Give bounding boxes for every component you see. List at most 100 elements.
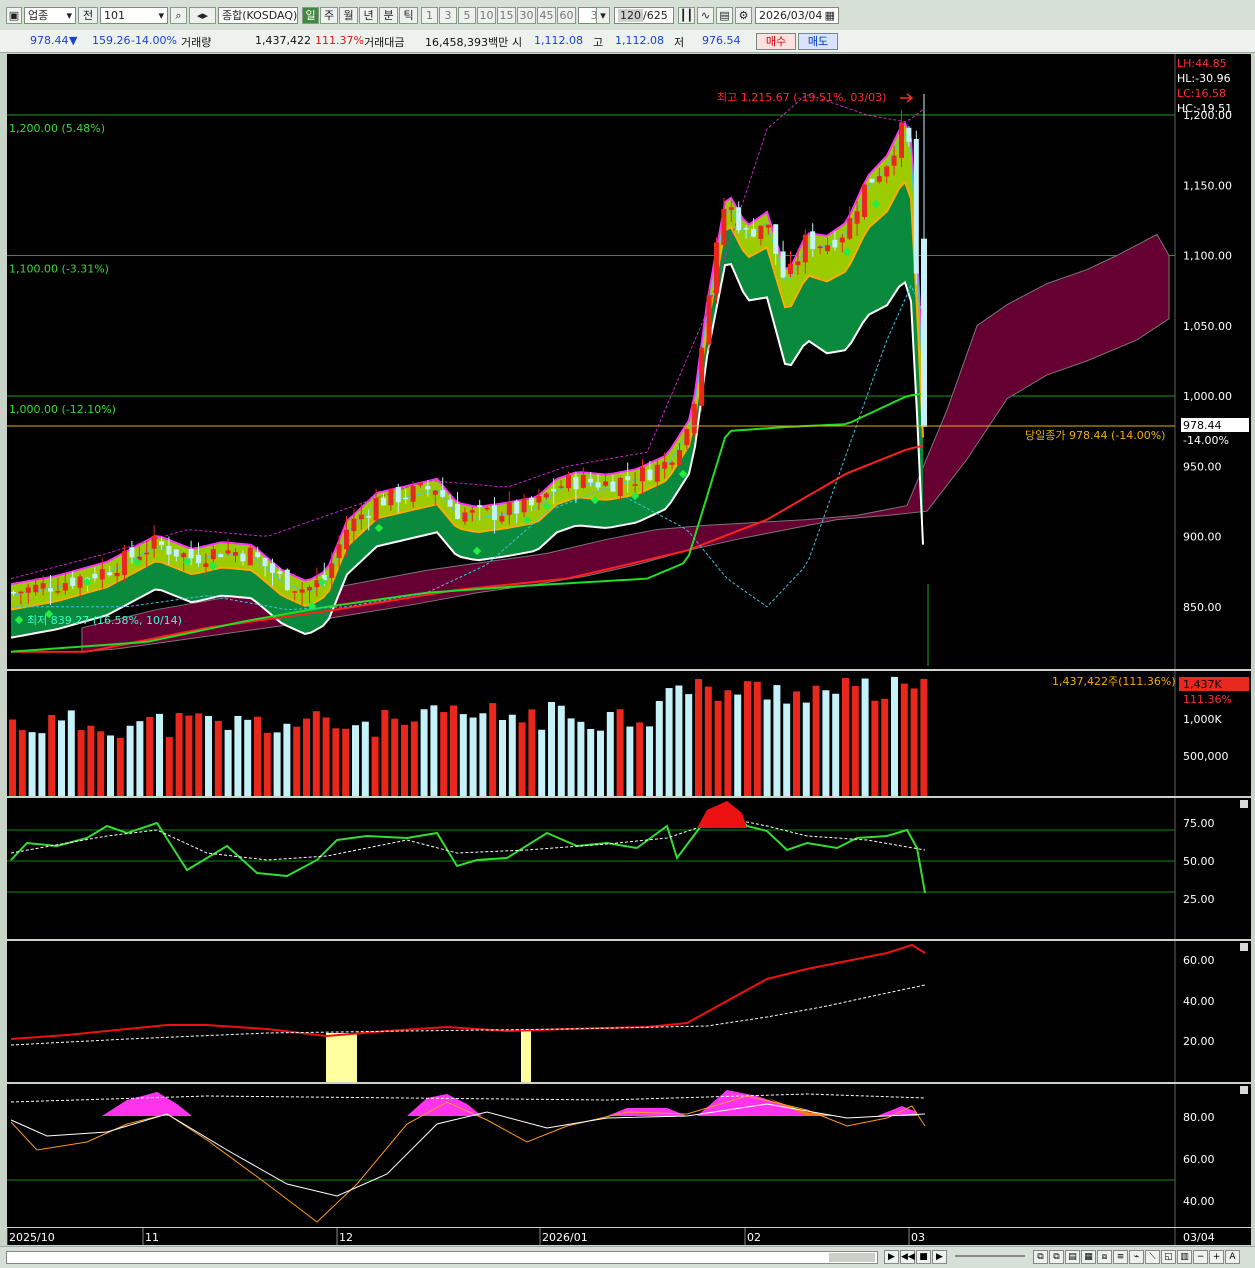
candle-down: [455, 504, 460, 519]
volume-bar: [332, 728, 340, 796]
quote-bar: 978.44 ▼ 159.26 -14.00% 거래량 1,437,422 11…: [0, 30, 1255, 53]
zoom-out-icon[interactable]: −: [1193, 1250, 1208, 1264]
tool-5-icon[interactable]: ⧈: [1097, 1250, 1112, 1264]
candle-up: [765, 224, 771, 228]
period-year[interactable]: 년: [359, 7, 378, 24]
osc2-close-icon[interactable]: [1240, 943, 1248, 951]
candle-up: [862, 184, 867, 217]
period-minute[interactable]: 분: [379, 7, 398, 24]
stop-icon[interactable]: ■: [916, 1250, 931, 1264]
x-axis-label: 03: [911, 1231, 925, 1244]
minute-5[interactable]: 5: [458, 7, 476, 24]
candle-up: [462, 512, 468, 522]
minute-3[interactable]: 3: [439, 7, 457, 24]
volume-bar: [665, 688, 673, 796]
zoom-slider[interactable]: [955, 1255, 1025, 1257]
tool-6-icon[interactable]: ≡: [1113, 1250, 1128, 1264]
horizontal-scrollbar[interactable]: [6, 1251, 878, 1264]
candle-down: [48, 588, 53, 592]
play-icon[interactable]: ▶: [932, 1250, 947, 1264]
minute-10[interactable]: 10: [477, 7, 496, 24]
prev-button[interactable]: 전: [78, 7, 98, 24]
candle-up: [351, 518, 357, 531]
volume-panel[interactable]: 1,437,422주(111.36%) 1,437K 111.36% 1,000…: [7, 671, 1251, 796]
zoom-in-icon[interactable]: +: [1209, 1250, 1224, 1264]
oscillator-3-panel[interactable]: 80.00 60.00 40.00: [7, 1084, 1251, 1227]
tool-4-icon[interactable]: ▦: [1081, 1250, 1096, 1264]
tool-1-icon[interactable]: ⧉: [1033, 1250, 1048, 1264]
search-icon[interactable]: ⌕: [170, 7, 187, 24]
volume-bar: [77, 730, 85, 796]
candle-down: [595, 482, 601, 488]
osc1-close-icon[interactable]: [1240, 800, 1248, 808]
candle-up: [225, 550, 231, 554]
volume-bar: [107, 735, 114, 796]
code-value: 101: [104, 9, 125, 22]
save-icon[interactable]: ▤: [716, 7, 733, 24]
amount-value: 16,458,393백만: [425, 36, 509, 49]
candle-down: [743, 228, 749, 230]
period-week[interactable]: 주: [320, 7, 338, 24]
osc3-close-icon[interactable]: [1240, 1086, 1248, 1094]
volume-bar: [734, 694, 742, 796]
calendar-icon: ▦: [824, 9, 835, 22]
speaker-icon[interactable]: ◂▸: [189, 7, 216, 24]
candle-up: [684, 429, 690, 446]
candle-up: [558, 486, 564, 488]
volume-bar: [489, 703, 497, 796]
line-icon[interactable]: ∿: [697, 7, 714, 24]
scrollbar-thumb[interactable]: [829, 1253, 875, 1262]
code-input[interactable]: 101 ▾: [100, 7, 168, 24]
candle-down: [492, 505, 497, 520]
candle-down: [573, 476, 579, 490]
tool-2-icon[interactable]: ⧉: [1049, 1250, 1064, 1264]
level-label: 1,100.00 (-3.31%): [9, 263, 109, 276]
period-tick[interactable]: 틱: [399, 7, 418, 24]
window-icon[interactable]: ▣: [6, 7, 22, 24]
candle-up: [617, 477, 623, 497]
volume-bar: [557, 705, 565, 796]
minute-45[interactable]: 45: [537, 7, 556, 24]
tool-7-icon[interactable]: ⌁: [1129, 1250, 1144, 1264]
buy-button[interactable]: 매수: [756, 33, 796, 50]
volume-pct: 111.37%: [315, 34, 364, 47]
candle-up: [580, 474, 586, 488]
spin-icon[interactable]: ▾: [596, 7, 610, 24]
rewind-icon[interactable]: ◀◀: [900, 1250, 915, 1264]
candle-up: [344, 529, 349, 550]
volume-bar: [773, 685, 781, 796]
scroll-right-icon[interactable]: ▶: [884, 1250, 899, 1264]
minute-30[interactable]: 30: [517, 7, 536, 24]
candle-down: [610, 481, 616, 492]
oscillator-2-panel[interactable]: 60.00 40.00 20.00: [7, 941, 1251, 1082]
oscillator-1-panel[interactable]: 75.00 50.00 25.00: [7, 798, 1251, 939]
category-value: 업종: [28, 9, 49, 22]
tool-3-icon[interactable]: ▤: [1065, 1250, 1080, 1264]
category-select[interactable]: 업종 ▾: [24, 7, 76, 24]
tool-9-icon[interactable]: ◱: [1161, 1250, 1176, 1264]
volume-bar: [175, 713, 183, 796]
stat-lh: LH:44.85: [1177, 57, 1227, 70]
count-field[interactable]: 120/625: [614, 7, 674, 24]
font-icon[interactable]: A: [1225, 1250, 1240, 1264]
minute-60[interactable]: 60: [557, 7, 576, 24]
volume-bar: [165, 737, 173, 796]
candle-up: [825, 245, 830, 252]
tool-10-icon[interactable]: ▥: [1177, 1250, 1192, 1264]
volume-bar: [508, 714, 516, 796]
tool-8-icon[interactable]: ⟍: [1145, 1250, 1160, 1264]
candle-down: [262, 557, 268, 567]
date-input[interactable]: 2026/03/04 ▦: [755, 7, 839, 24]
volume-bar: [450, 705, 457, 796]
minute-1[interactable]: 1: [421, 7, 438, 24]
minute-15[interactable]: 15: [497, 7, 516, 24]
volume-bar: [577, 721, 585, 796]
gear-icon[interactable]: ⚙: [735, 7, 752, 24]
price-chart-panel[interactable]: 1,200.00 (5.48%) 1,100.00 (-3.31%) 1,000.0…: [7, 54, 1251, 669]
period-day[interactable]: 일: [302, 7, 319, 24]
volume-bar: [381, 709, 389, 796]
sell-button[interactable]: 매도: [798, 33, 838, 50]
oscillator-2-chart: 60.00 40.00 20.00: [10, 941, 1248, 1082]
period-month[interactable]: 월: [339, 7, 358, 24]
candle-icon[interactable]: ┃┃: [678, 7, 695, 24]
